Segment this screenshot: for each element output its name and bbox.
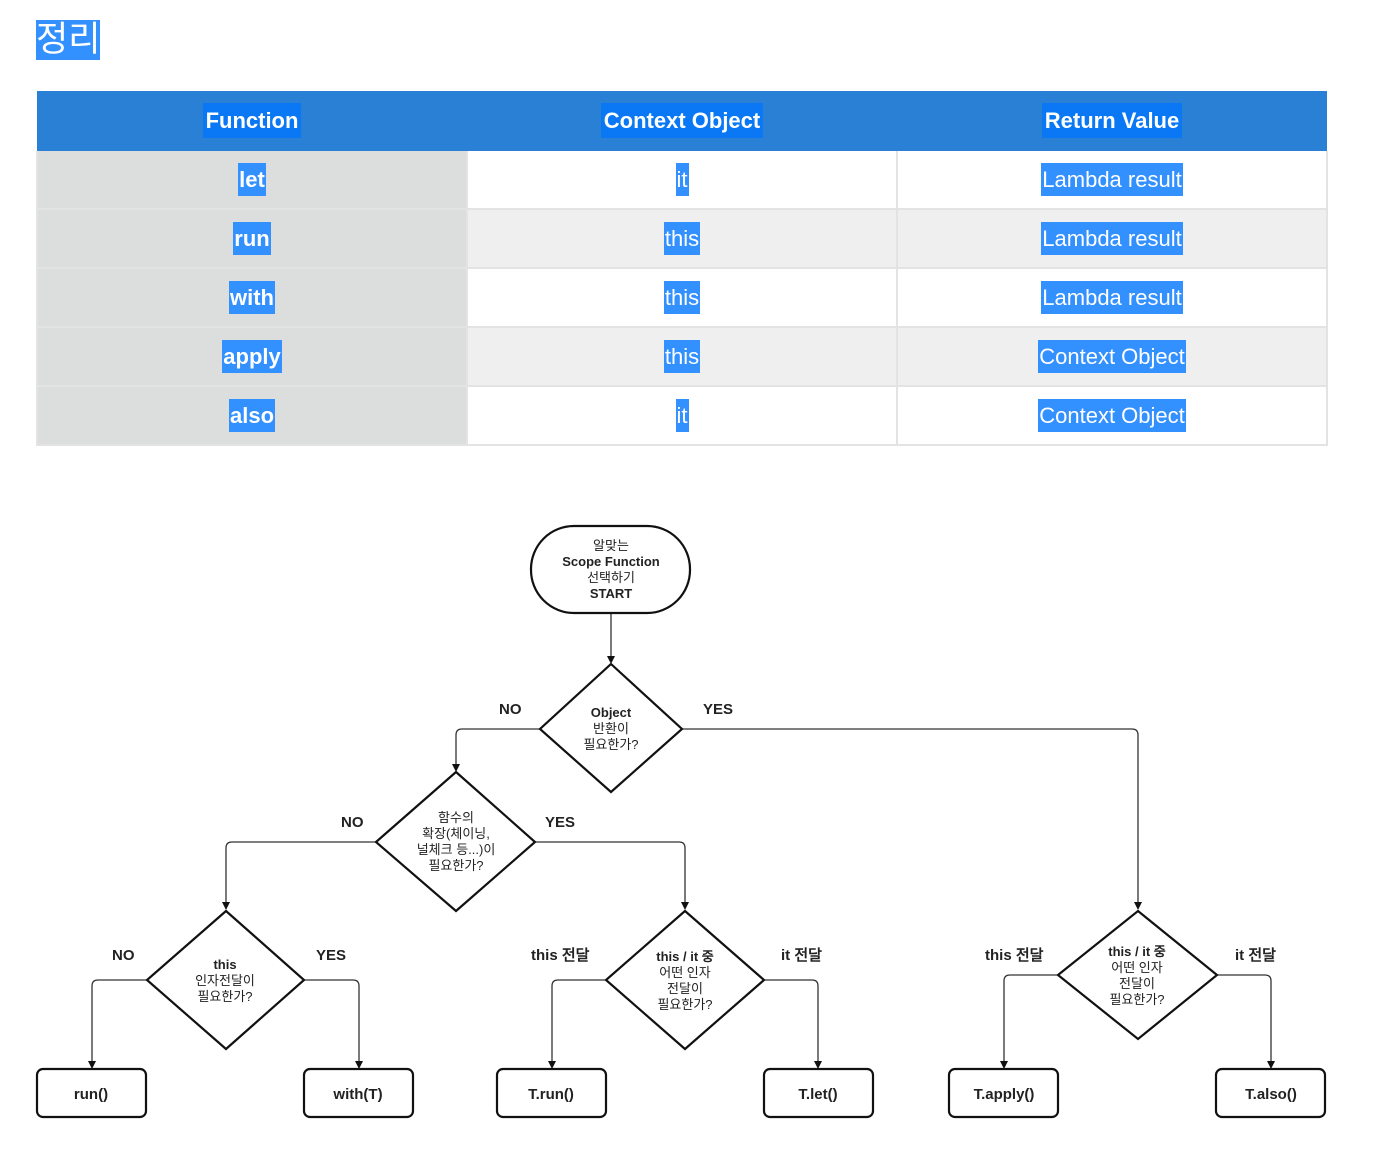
edge-object-no [455, 728, 540, 764]
decision-text: this / it 중 [1108, 944, 1166, 959]
result-with-text: with(T) [332, 1086, 382, 1103]
result-t-let-text: T.let() [798, 1086, 837, 1103]
decision-text: 전달이 [1119, 976, 1155, 991]
result-t-also: T.also() [1214, 1067, 1327, 1119]
arrowhead [1267, 1061, 1275, 1069]
label-it-pass: it 전달 [781, 946, 822, 964]
result-t-run: T.run() [495, 1067, 608, 1119]
label-yes: YES [703, 701, 733, 718]
cell-context: it [466, 386, 898, 446]
decision-text: 어떤 인자 [659, 965, 710, 980]
decision-text: 어떤 인자 [1111, 960, 1162, 975]
header-function: Function [37, 91, 467, 151]
table-row: run this Lambda result [36, 209, 1328, 269]
edge-mid-it [764, 979, 819, 1061]
arrowhead [1000, 1061, 1008, 1069]
label-yes: YES [316, 947, 346, 964]
result-t-apply: T.apply() [947, 1067, 1060, 1119]
cell-return: Context Object [896, 327, 1328, 387]
start-node: 알맞는 Scope Function 선택하기 START [529, 524, 692, 615]
edge-object-yes [682, 728, 1139, 902]
decision-text: 필요한가? [583, 737, 638, 752]
decision-text: 필요한가? [1109, 992, 1164, 1007]
cell-function: let [36, 151, 468, 210]
edge-mid-this [551, 979, 606, 1061]
header-return-value: Return Value [897, 91, 1327, 151]
decision-text: 확장(체이닝, [422, 826, 490, 841]
label-it-pass: it 전달 [1235, 946, 1276, 964]
decision-text: 필요한가? [657, 997, 712, 1012]
result-t-let: T.let() [762, 1067, 875, 1119]
decision-text: 함수의 [438, 810, 474, 825]
result-t-run-text: T.run() [528, 1086, 574, 1103]
label-yes: YES [545, 814, 575, 831]
page-heading: 정리 [36, 20, 101, 60]
decision-text: Object [591, 705, 632, 720]
cell-return: Lambda result [896, 209, 1328, 269]
arrowhead [88, 1061, 96, 1069]
label-no: NO [499, 701, 522, 718]
table-row: apply this Context Object [36, 327, 1328, 387]
edge-this-arg-yes [304, 979, 360, 1061]
cell-context: this [466, 268, 898, 328]
edge-this-arg-no [91, 979, 147, 1061]
cell-function: also [36, 386, 468, 446]
cell-return: Lambda result [896, 151, 1328, 210]
cell-function: with [36, 268, 468, 328]
decision-text: 인자전달이 [195, 973, 255, 988]
table-row: let it Lambda result [36, 151, 1328, 210]
label-this-pass: this 전달 [531, 946, 590, 964]
decision-text: 널체크 등...)이 [417, 842, 496, 857]
header-context-object: Context Object [467, 91, 897, 151]
result-run: run() [35, 1067, 148, 1119]
cell-return: Lambda result [896, 268, 1328, 328]
table-header-row: Function Context Object Return Value [37, 91, 1327, 151]
table-row: also it Context Object [36, 386, 1328, 446]
cell-function: apply [36, 327, 468, 387]
cell-context: this [466, 327, 898, 387]
cell-context: it [466, 151, 898, 210]
decision-text: this / it 중 [656, 949, 714, 964]
edge-right-it [1217, 974, 1272, 1061]
arrowhead [814, 1061, 822, 1069]
cell-return: Context Object [896, 386, 1328, 446]
arrowhead [222, 902, 230, 910]
scope-function-table: Function Context Object Return Value let… [36, 91, 1328, 446]
decision-text: 필요한가? [428, 858, 483, 873]
decision-text: this [213, 957, 236, 972]
decision-text: 전달이 [667, 981, 703, 996]
result-run-text: run() [74, 1086, 108, 1103]
cell-context: this [466, 209, 898, 269]
label-no: NO [341, 814, 364, 831]
result-with: with(T) [302, 1067, 415, 1119]
start-line-2: Scope Function [562, 554, 660, 569]
arrowhead [548, 1061, 556, 1069]
cell-function: run [36, 209, 468, 269]
table-row: with this Lambda result [36, 268, 1328, 328]
label-this-pass: this 전달 [985, 946, 1044, 964]
arrowhead [355, 1061, 363, 1069]
start-line-4: START [590, 586, 632, 601]
start-line-1: 알맞는 [593, 538, 629, 553]
result-t-also-text: T.also() [1245, 1086, 1297, 1103]
arrowhead [1134, 902, 1142, 910]
arrowhead [681, 902, 689, 910]
edge-extension-no [225, 841, 376, 902]
edge-right-this [1003, 974, 1058, 1061]
edge-extension-yes [535, 841, 686, 902]
decision-object-return: Object 반환이 필요한가? NO YES [499, 662, 733, 794]
scope-function-flowchart: 알맞는 Scope Function 선택하기 START Object 반환이… [35, 524, 1327, 1119]
start-line-3: 선택하기 [587, 570, 635, 585]
result-t-apply-text: T.apply() [974, 1086, 1035, 1103]
decision-text: 필요한가? [197, 989, 252, 1004]
decision-text: 반환이 [593, 721, 629, 736]
label-no: NO [112, 947, 135, 964]
